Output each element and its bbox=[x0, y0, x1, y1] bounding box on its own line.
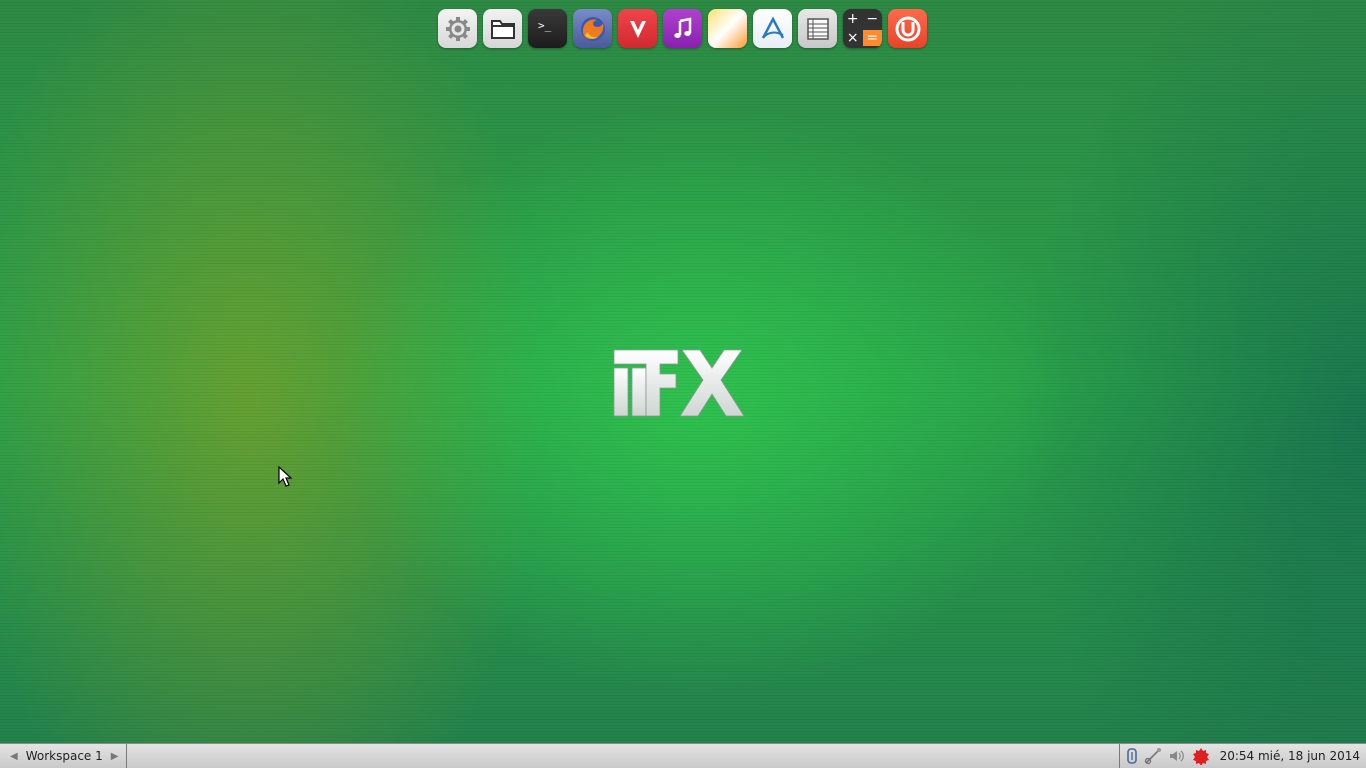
mouse-cursor-icon bbox=[278, 465, 293, 492]
vivaldi-icon[interactable] bbox=[618, 9, 657, 48]
prev-workspace-button[interactable]: ◀ bbox=[6, 751, 22, 762]
ubuntu-one-icon[interactable] bbox=[888, 9, 927, 48]
calc-minus-glyph: − bbox=[866, 10, 879, 27]
network-icon[interactable] bbox=[1144, 747, 1162, 765]
firefox-icon[interactable] bbox=[573, 9, 612, 48]
system-tray: 20:54 mié, 18 jun 2014 bbox=[1118, 744, 1366, 768]
calculator-icon[interactable]: + − × = bbox=[843, 9, 882, 48]
distro-logo-icon bbox=[612, 348, 754, 418]
volume-icon[interactable] bbox=[1168, 748, 1186, 764]
workspace-switcher: ◀ Workspace 1 ▶ bbox=[0, 744, 128, 768]
next-workspace-button[interactable]: ▶ bbox=[107, 751, 123, 762]
gear-icon[interactable] bbox=[438, 9, 477, 48]
clipboard-icon[interactable] bbox=[1126, 747, 1138, 765]
clock[interactable]: 20:54 mié, 18 jun 2014 bbox=[1220, 749, 1360, 763]
app-dock: >_ + − × = bbox=[438, 9, 927, 48]
update-notifier-icon[interactable] bbox=[1192, 747, 1210, 765]
spreadsheet-icon[interactable] bbox=[798, 9, 837, 48]
music-note-icon[interactable] bbox=[663, 9, 702, 48]
calc-equals-glyph: = bbox=[862, 30, 882, 47]
workspace-label[interactable]: Workspace 1 bbox=[22, 749, 107, 763]
svg-text:>_: >_ bbox=[538, 19, 552, 32]
calc-times-glyph: × bbox=[846, 30, 859, 47]
terminal-icon[interactable]: >_ bbox=[528, 9, 567, 48]
folder-icon[interactable] bbox=[483, 9, 522, 48]
slices-icon[interactable] bbox=[708, 9, 747, 48]
calc-plus-glyph: + bbox=[846, 10, 859, 27]
arc-icon[interactable] bbox=[753, 9, 792, 48]
bottom-panel: ◀ Workspace 1 ▶ 20:54 mié, 18 jun 2014 bbox=[0, 743, 1366, 768]
